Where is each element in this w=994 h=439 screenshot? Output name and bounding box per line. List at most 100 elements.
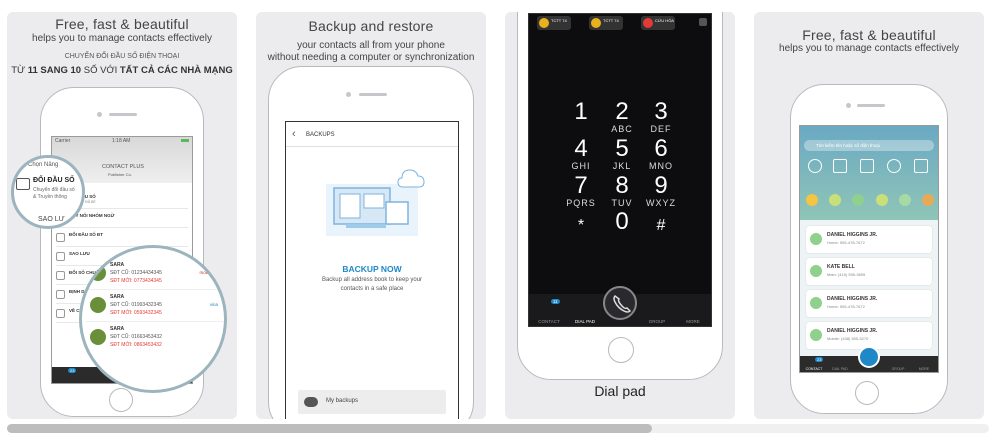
screenshot-carousel[interactable]: Free, fast & beautiful helps you to mana… bbox=[0, 0, 994, 439]
my-backups-row[interactable]: My backups bbox=[298, 390, 446, 414]
card-heading: Free, fast & beautiful bbox=[55, 16, 189, 32]
phone-icon bbox=[613, 295, 632, 313]
key-hash[interactable]: # bbox=[641, 214, 681, 238]
avatar bbox=[90, 265, 106, 281]
camera-icon bbox=[846, 103, 851, 108]
camera-icon bbox=[346, 92, 351, 97]
battery-icon bbox=[181, 139, 189, 142]
divider bbox=[286, 146, 458, 147]
status-time: 1:18 AM bbox=[112, 138, 131, 144]
menu-row[interactable]: ĐỔI ĐẦU SỐ ĐT bbox=[56, 230, 188, 247]
key-7[interactable]: 7 PQRS bbox=[561, 174, 601, 209]
row-icon bbox=[56, 252, 65, 261]
lens-contact: SARA SĐT CŨ: 01663453432 SĐT MỚI: 086345… bbox=[86, 324, 224, 354]
speed-dial-chip[interactable]: CỨU HỎA bbox=[641, 16, 675, 30]
lens-contact: SARA SĐT CŨ: 01993432345 SĐT MỚI: 059343… bbox=[86, 292, 224, 322]
avatar bbox=[90, 329, 106, 345]
magnifier-lens-small: Chọn Nâng ĐỔI ĐẦU SỐ Chuyển đổi đầu số &… bbox=[11, 155, 85, 229]
merge-icon[interactable] bbox=[887, 159, 901, 173]
copy-icon[interactable] bbox=[833, 159, 847, 173]
card-heading: Free, fast & beautiful bbox=[802, 27, 936, 43]
add-icon[interactable] bbox=[808, 159, 822, 173]
card-subheading: helps you to manage contacts effectively bbox=[32, 33, 212, 44]
key-5[interactable]: 5 JKL bbox=[602, 137, 642, 172]
scrollbar-thumb[interactable] bbox=[7, 424, 652, 433]
back-arrow-icon[interactable]: ‹ bbox=[292, 128, 296, 140]
tab-contact[interactable]: CONTACT bbox=[802, 367, 826, 371]
row-icon bbox=[56, 233, 65, 242]
card-caption: Dial pad bbox=[594, 383, 646, 399]
key-8[interactable]: 8 TUV bbox=[602, 174, 642, 209]
promo-line-1: CHUYỂN ĐỔI ĐẦU SỐ ĐIỆN THOẠI bbox=[64, 53, 180, 60]
feature-title: ĐỔI ĐẦU SỐ bbox=[33, 177, 75, 184]
speed-dial-chip[interactable]: TCTT 74 bbox=[589, 16, 623, 30]
contact-row[interactable]: DANIEL HIGGINS JR. Mobile: (408) 555-5270 bbox=[806, 322, 932, 349]
lens-partial-label: SAO LƯ bbox=[38, 216, 65, 223]
backup-now-title[interactable]: BACKUP NOW bbox=[286, 264, 458, 274]
row-icon bbox=[56, 271, 65, 280]
key-9[interactable]: 9 WXYZ bbox=[641, 174, 681, 209]
tab-group[interactable]: GROUP bbox=[886, 367, 910, 371]
contact-row[interactable]: KATE BELL Main: (415) 555-3695 bbox=[806, 258, 932, 285]
group-avatars bbox=[806, 194, 934, 208]
key-3[interactable]: 3 DEF bbox=[641, 100, 681, 135]
speaker-icon bbox=[857, 104, 885, 107]
contact-row[interactable]: DANIEL HIGGINS JR. Home: 555-478-7672 bbox=[806, 290, 932, 317]
row-icon bbox=[56, 309, 65, 318]
backup-illustration-icon bbox=[326, 169, 425, 236]
badge: 11 bbox=[551, 299, 560, 304]
carrier-logo: vina bbox=[209, 302, 218, 307]
card-subheading-2: without needing a computer or synchroniz… bbox=[267, 52, 475, 63]
lens-contact: SARA SĐT CŨ: 01234434345 SĐT MỚI: 077343… bbox=[86, 260, 224, 290]
home-button-icon bbox=[855, 381, 879, 405]
tab-dial-pad[interactable]: DIAL PAD bbox=[567, 319, 603, 324]
promo-line-2: TỪ 11 SANG 10 SỐ VỚI TẤT CẢ CÁC NHÀ MẠNG bbox=[11, 65, 233, 76]
backup-desc-2: contacts in a safe place bbox=[340, 286, 404, 292]
tab-group[interactable]: GROUP bbox=[639, 319, 675, 324]
badge: 23 bbox=[815, 357, 824, 362]
key-4[interactable]: 4 GHI bbox=[561, 137, 601, 172]
magnifier-lens-large: SARA SĐT CŨ: 01234434345 SĐT MỚI: 077343… bbox=[79, 245, 227, 393]
phone-screen: TCTT 74 TCTT 74 CỨU HỎA 1 2 ABC 3 DEF 4 GHI… bbox=[528, 13, 712, 327]
backup-desc-1: Backup all address book to keep your bbox=[321, 277, 423, 283]
avatar bbox=[90, 297, 106, 313]
search-input[interactable]: Tìm kiếm tên hoặc số điện thoại bbox=[804, 140, 934, 151]
app-subtitle: Publisher Co. bbox=[108, 172, 133, 177]
phone-swap-icon bbox=[16, 178, 30, 190]
tab-contact[interactable]: CONTACT bbox=[531, 319, 567, 324]
tab-more[interactable]: MORE bbox=[675, 319, 711, 324]
app-header: Tìm kiếm tên hoặc số điện thoại bbox=[800, 126, 938, 220]
key-1[interactable]: 1 bbox=[561, 100, 601, 124]
cloud-upload-icon bbox=[304, 397, 318, 407]
dial-fab-button[interactable] bbox=[858, 346, 880, 368]
phone-frame: ‹ BACKUPS BACKUP NOW Backup all address … bbox=[268, 66, 474, 419]
phone-screen: Tìm kiếm tên hoặc số điện thoại DANIEL H… bbox=[799, 125, 939, 373]
import-icon[interactable] bbox=[860, 159, 874, 173]
feature-desc-2: & Truyền thông bbox=[33, 194, 67, 200]
home-button-icon bbox=[608, 337, 634, 363]
key-star[interactable]: * bbox=[561, 214, 601, 238]
key-6[interactable]: 6 MNO bbox=[641, 137, 681, 172]
speed-dial-chip[interactable]: TCTT 74 bbox=[537, 16, 571, 30]
export-icon[interactable] bbox=[914, 159, 928, 173]
screenshot-card-1: Free, fast & beautiful helps you to mana… bbox=[7, 12, 237, 419]
card-subheading-1: your contacts all from your phone bbox=[297, 40, 445, 51]
avatar bbox=[810, 297, 822, 309]
row-icon bbox=[56, 290, 65, 299]
avatar bbox=[810, 265, 822, 277]
key-0[interactable]: 0 bbox=[602, 210, 642, 234]
camera-icon bbox=[97, 112, 102, 117]
tab-dial-pad[interactable]: DIAL PAD bbox=[828, 367, 852, 371]
key-2[interactable]: 2 ABC bbox=[602, 100, 642, 135]
contact-row[interactable]: DANIEL HIGGINS JR. Home: 555-478-7672 bbox=[806, 226, 932, 253]
status-carrier: Carrier bbox=[55, 138, 71, 144]
home-button-icon bbox=[109, 388, 133, 412]
tab-more[interactable]: MORE bbox=[912, 367, 936, 371]
screenshot-card-4: Free, fast & beautiful helps you to mana… bbox=[754, 12, 984, 419]
more-icon[interactable] bbox=[699, 18, 707, 26]
avatar bbox=[810, 233, 822, 245]
horizontal-scrollbar[interactable] bbox=[7, 424, 989, 433]
call-button[interactable] bbox=[603, 286, 637, 320]
screenshot-card-3: TCTT 74 TCTT 74 CỨU HỎA 1 2 ABC 3 DEF 4 GHI… bbox=[505, 12, 735, 419]
avatar bbox=[810, 329, 822, 341]
